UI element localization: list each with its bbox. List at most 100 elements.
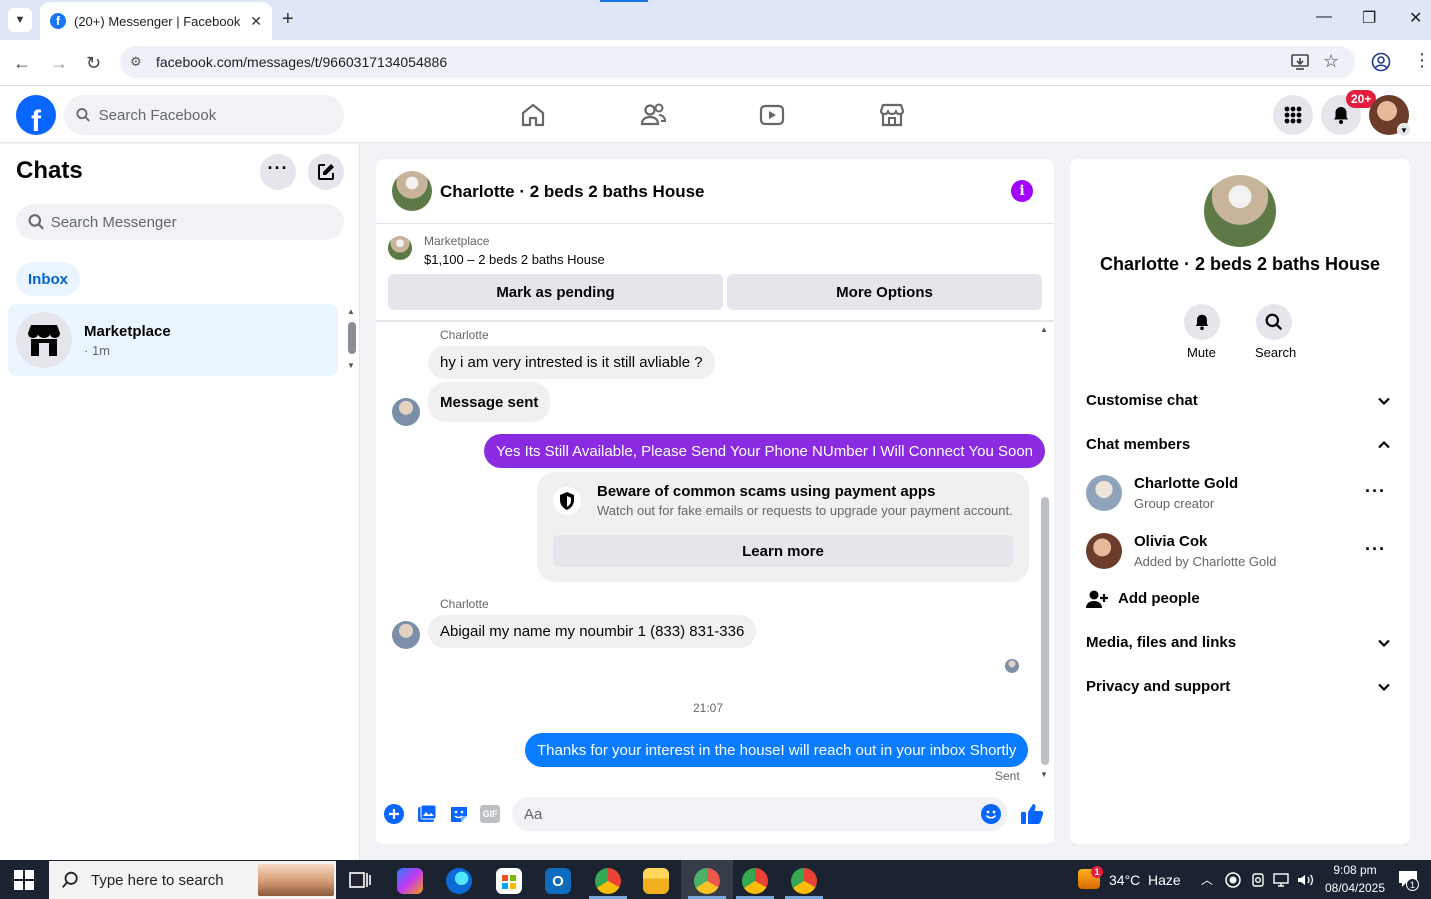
network-icon[interactable] [1272, 872, 1290, 893]
install-app-icon[interactable] [1290, 52, 1310, 77]
url-text[interactable]: facebook.com/messages/t/9660317134054886 [156, 54, 447, 70]
chat-list-item[interactable]: Marketplace · 1m [8, 304, 338, 376]
browser-tab-messenger[interactable]: f (20+) Messenger | Facebook ✕ [40, 2, 272, 40]
conversation-avatar[interactable] [392, 171, 432, 211]
weather-description[interactable]: Haze [1148, 872, 1181, 888]
microsoft-store-icon[interactable] [496, 868, 522, 894]
clock-time[interactable]: 9:08 pm [1320, 863, 1390, 877]
minimize-window-button[interactable]: — [1316, 8, 1332, 26]
listing-price[interactable]: $1,100 – 2 beds 2 baths House [424, 252, 605, 267]
conversation-title[interactable]: Charlotte · 2 beds 2 baths House [440, 182, 705, 202]
gif-icon[interactable]: GIF [480, 805, 500, 823]
back-button[interactable]: ← [13, 53, 31, 74]
new-tab-button[interactable]: + [282, 8, 294, 31]
clock-date[interactable]: 08/04/2025 [1320, 881, 1390, 895]
member-name[interactable]: Charlotte Gold [1134, 475, 1238, 492]
chrome-icon[interactable] [595, 868, 621, 894]
messenger-search-input[interactable] [50, 213, 344, 231]
file-explorer-icon[interactable] [643, 868, 669, 894]
sender-avatar[interactable] [392, 398, 420, 426]
site-info-icon[interactable]: ⚙ [130, 54, 150, 70]
mark-as-pending-button[interactable]: Mark as pending [388, 274, 723, 310]
task-view-icon[interactable] [349, 870, 371, 895]
inbox-tab[interactable]: Inbox [16, 262, 80, 296]
chrome-icon[interactable] [742, 868, 768, 894]
message-composer[interactable] [512, 797, 1008, 831]
bookmark-star-icon[interactable]: ☆ [1323, 51, 1339, 72]
add-person-icon[interactable] [1086, 589, 1108, 614]
member-avatar[interactable] [1086, 475, 1122, 511]
thumbs-up-icon[interactable] [1020, 802, 1044, 831]
search-in-chat-button[interactable] [1256, 304, 1292, 340]
message-timestamp: 21:07 [693, 701, 724, 715]
conversation-scrollbar-thumb[interactable] [1041, 497, 1049, 765]
more-options-button[interactable]: More Options [727, 274, 1042, 310]
weather-temperature[interactable]: 34°C [1109, 872, 1140, 888]
outgoing-message[interactable]: Thanks for your interest in the houseI w… [525, 733, 1029, 767]
chevron-up-icon[interactable]: ︿ [1201, 871, 1213, 888]
edge-icon[interactable] [446, 868, 472, 894]
menu-grid-button[interactable] [1273, 95, 1313, 135]
new-message-button[interactable] [308, 154, 344, 190]
forward-button[interactable]: → [50, 53, 68, 74]
incoming-message[interactable]: Message sent [428, 382, 551, 422]
messenger-search[interactable] [16, 204, 344, 240]
facebook-search-input[interactable] [98, 106, 344, 124]
chat-info-avatar[interactable] [1204, 175, 1276, 247]
account-avatar[interactable]: ▼ [1369, 95, 1411, 137]
sender-avatar[interactable] [392, 621, 420, 649]
facebook-search[interactable] [64, 95, 344, 135]
home-nav-icon[interactable] [518, 100, 548, 130]
copilot-icon[interactable] [397, 868, 423, 894]
scroll-down-arrow-icon[interactable]: ▼ [1040, 770, 1048, 779]
incoming-message[interactable]: Abigail my name my noumbir 1 (833) 831-3… [428, 615, 757, 648]
tab-search-button[interactable]: ▼ [8, 8, 32, 32]
chat-options-button[interactable]: ··· [260, 154, 296, 190]
outgoing-message[interactable]: Yes Its Still Available, Please Send You… [484, 434, 1046, 468]
camera-icon[interactable] [1250, 872, 1266, 893]
marketplace-nav-icon[interactable] [877, 100, 907, 130]
privacy-support-section[interactable]: Privacy and support [1086, 678, 1230, 695]
chevron-down-icon[interactable] [1377, 394, 1391, 411]
incoming-message[interactable]: hy i am very intrested is it still avlia… [428, 346, 715, 379]
omnibox[interactable]: ⚙ facebook.com/messages/t/96603171340548… [120, 46, 1355, 78]
facebook-logo-icon[interactable]: f [16, 95, 56, 135]
profile-icon[interactable] [1371, 52, 1391, 77]
scroll-up-arrow-icon[interactable]: ▲ [1040, 325, 1048, 334]
chats-scrollbar-thumb[interactable] [348, 322, 356, 354]
scroll-down-arrow-icon[interactable]: ▼ [347, 361, 355, 370]
chrome-icon[interactable] [791, 868, 817, 894]
friends-nav-icon[interactable] [638, 100, 668, 130]
message-input[interactable] [524, 805, 1008, 823]
volume-icon[interactable] [1296, 872, 1314, 893]
chevron-down-icon[interactable] [1377, 680, 1391, 697]
listing-thumbnail[interactable] [388, 236, 412, 260]
sticker-icon[interactable] [449, 804, 469, 829]
add-people-button[interactable]: Add people [1118, 590, 1200, 607]
emoji-icon[interactable] [981, 804, 1001, 829]
browser-menu-icon[interactable]: ⋮ [1413, 50, 1431, 71]
media-files-links-section[interactable]: Media, files and links [1086, 634, 1236, 651]
plus-circle-icon[interactable] [384, 804, 404, 829]
photo-icon[interactable] [417, 804, 437, 829]
video-nav-icon[interactable] [757, 100, 787, 130]
windows-start-icon[interactable] [14, 870, 34, 895]
close-window-button[interactable]: ✕ [1409, 8, 1422, 28]
outlook-icon[interactable]: O [545, 868, 571, 894]
info-icon[interactable]: i [1011, 180, 1033, 202]
close-tab-icon[interactable]: ✕ [250, 13, 262, 30]
member-name[interactable]: Olivia Cok [1134, 533, 1207, 550]
chat-members-section[interactable]: Chat members [1086, 436, 1190, 453]
restore-window-button[interactable]: ❐ [1362, 8, 1376, 28]
mute-button[interactable] [1184, 304, 1220, 340]
chevron-up-icon[interactable] [1377, 438, 1391, 455]
reload-button[interactable]: ↻ [86, 53, 101, 74]
scroll-up-arrow-icon[interactable]: ▲ [347, 307, 355, 316]
chevron-down-icon[interactable] [1377, 636, 1391, 653]
member-avatar[interactable] [1086, 533, 1122, 569]
more-dots-icon[interactable]: ··· [1365, 481, 1386, 502]
more-dots-icon[interactable]: ··· [1365, 539, 1386, 560]
customise-chat-section[interactable]: Customise chat [1086, 392, 1198, 409]
learn-more-button[interactable]: Learn more [553, 535, 1013, 567]
record-icon[interactable] [1225, 872, 1241, 893]
